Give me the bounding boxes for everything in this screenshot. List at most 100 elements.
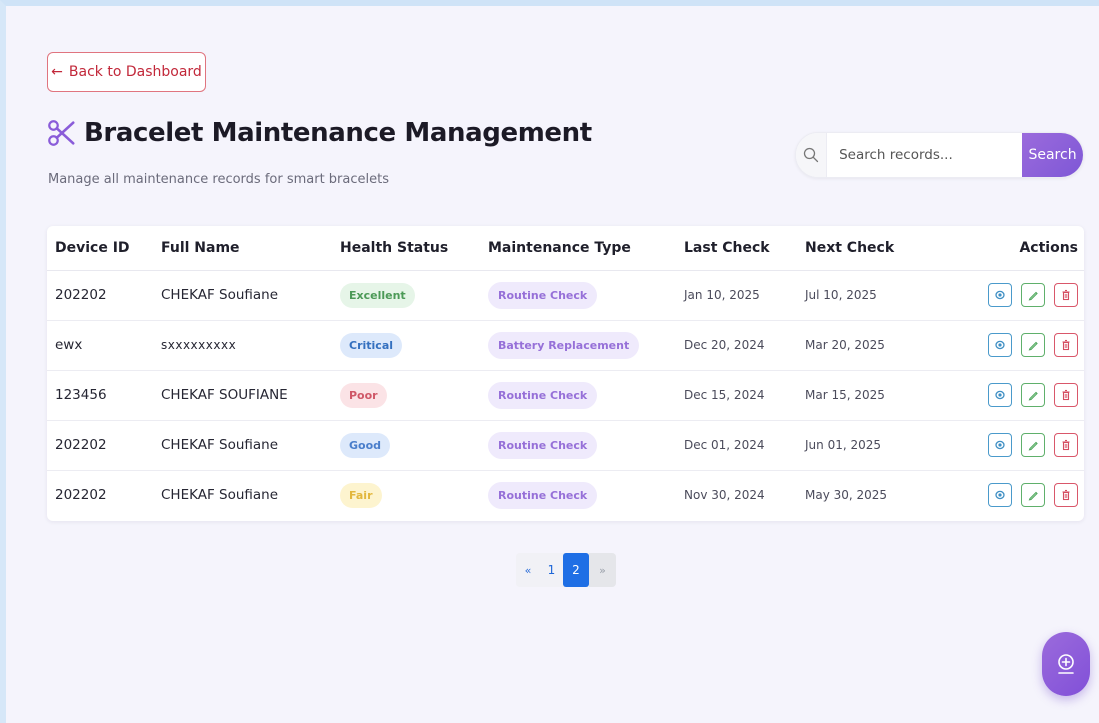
edit-button[interactable] <box>1021 483 1045 508</box>
view-button[interactable] <box>988 283 1012 307</box>
edit-button[interactable] <box>1021 333 1045 357</box>
health-status-cell: Poor <box>332 370 480 421</box>
view-button[interactable] <box>988 433 1012 457</box>
trash-icon <box>1062 289 1070 301</box>
arrow-left-icon: ← <box>51 64 63 80</box>
health-status-badge: Critical <box>340 332 403 358</box>
column-header-device-id: Device ID <box>47 226 153 271</box>
last-check-cell: Dec 01, 2024 <box>676 420 797 471</box>
health-status-badge: Excellent <box>340 282 415 308</box>
app-frame: ← Back to Dashboard Bracelet Maintenance… <box>0 0 1099 723</box>
next-check-cell: Jul 10, 2025 <box>797 270 977 321</box>
edit-button[interactable] <box>1021 433 1045 457</box>
actions-cell <box>977 470 1084 520</box>
plus-circle-icon <box>1058 654 1074 674</box>
view-button[interactable] <box>988 333 1012 357</box>
eye-icon <box>995 290 1005 300</box>
next-check-cell: Mar 20, 2025 <box>797 320 977 371</box>
trash-icon <box>1062 389 1070 401</box>
pencil-icon <box>1028 491 1038 501</box>
search-button[interactable]: Search <box>1022 133 1083 177</box>
maintenance-type-cell: Battery Replacement <box>480 320 676 371</box>
page-subtitle: Manage all maintenance records for smart… <box>48 172 389 187</box>
health-status-cell: Good <box>332 420 480 471</box>
last-check-cell: Jan 10, 2025 <box>676 270 797 321</box>
actions-cell <box>977 370 1084 421</box>
actions-cell <box>977 320 1084 371</box>
maintenance-type-cell: Routine Check <box>480 270 676 321</box>
pagination-next-button[interactable]: » <box>589 553 616 587</box>
pencil-icon <box>1028 441 1038 451</box>
health-status-cell: Critical <box>332 320 480 371</box>
health-status-cell: Fair <box>332 470 480 520</box>
back-to-dashboard-button[interactable]: ← Back to Dashboard <box>47 52 206 92</box>
full-name-cell: CHEKAF SOUFIANE <box>153 370 332 421</box>
last-check-cell: Dec 20, 2024 <box>676 320 797 371</box>
view-button[interactable] <box>988 483 1012 508</box>
eye-icon <box>995 491 1005 500</box>
trash-icon <box>1062 339 1070 351</box>
trash-icon <box>1062 490 1070 501</box>
maintenance-table: Device ID Full Name Health Status Mainte… <box>47 226 1084 520</box>
page-title: Bracelet Maintenance Management <box>84 118 592 148</box>
eye-icon <box>995 440 1005 450</box>
eye-icon <box>995 390 1005 400</box>
maintenance-type-badge: Routine Check <box>488 481 598 509</box>
delete-button[interactable] <box>1054 483 1078 508</box>
last-check-cell: Nov 30, 2024 <box>684 488 765 503</box>
title-row: Bracelet Maintenance Management <box>46 118 592 148</box>
trash-icon <box>1062 439 1070 451</box>
table-header-row: Device ID Full Name Health Status Mainte… <box>47 226 1084 271</box>
table-row: ewx sxxxxxxxxx Critical Battery Replacem… <box>47 320 1084 371</box>
edit-button[interactable] <box>1021 283 1045 307</box>
pencil-icon <box>1028 341 1038 351</box>
device-id-cell: 123456 <box>47 370 153 421</box>
next-check-cell: Mar 15, 2025 <box>797 370 977 421</box>
delete-button[interactable] <box>1054 333 1078 357</box>
column-header-last-check: Last Check <box>676 226 797 271</box>
pagination-page-1[interactable]: 1 <box>540 553 563 587</box>
device-id-cell: 202202 <box>47 420 153 471</box>
health-status-badge: Poor <box>340 382 387 408</box>
back-button-label: Back to Dashboard <box>68 64 202 80</box>
add-record-fab[interactable] <box>1042 632 1090 696</box>
pagination-prev-button[interactable]: « <box>516 553 540 587</box>
view-button[interactable] <box>988 383 1012 407</box>
pagination: « 1 2 » <box>516 553 616 587</box>
table-row: 202202 CHEKAF Soufiane Excellent Routine… <box>47 270 1084 321</box>
table-row: 202202 CHEKAF Soufiane Fair Routine Chec… <box>47 470 1084 520</box>
maintenance-type-cell: Routine Check <box>480 370 676 421</box>
device-id-cell: ewx <box>47 320 153 371</box>
next-check-cell: May 30, 2025 <box>805 488 888 503</box>
eye-icon <box>995 340 1005 350</box>
delete-button[interactable] <box>1054 383 1078 407</box>
full-name-cell: sxxxxxxxxx <box>153 320 332 371</box>
column-header-actions: Actions <box>977 226 1084 271</box>
pencil-icon <box>1028 291 1038 301</box>
pencil-icon <box>1028 391 1038 401</box>
maintenance-type-badge: Battery Replacement <box>488 331 640 359</box>
delete-button[interactable] <box>1054 283 1078 307</box>
delete-button[interactable] <box>1054 433 1078 457</box>
pagination-page-2-current[interactable]: 2 <box>563 553 589 587</box>
table-row: 123456 CHEKAF SOUFIANE Poor Routine Chec… <box>47 370 1084 421</box>
health-status-badge: Fair <box>340 482 382 508</box>
column-header-maintenance-type: Maintenance Type <box>480 226 676 271</box>
column-header-health-status: Health Status <box>332 226 480 271</box>
column-header-next-check: Next Check <box>797 226 977 271</box>
device-id-cell: 202202 <box>55 487 107 504</box>
health-status-badge: Good <box>340 432 391 458</box>
maintenance-type-badge: Routine Check <box>488 381 598 409</box>
scissors-icon <box>48 120 75 146</box>
search-input[interactable] <box>827 133 1023 177</box>
next-check-cell: Jun 01, 2025 <box>797 420 977 471</box>
full-name-cell: CHEKAF Soufiane <box>153 270 332 321</box>
search-bar: Search <box>795 132 1084 178</box>
maintenance-type-badge: Routine Check <box>488 431 598 459</box>
table-row: 202202 CHEKAF Soufiane Good Routine Chec… <box>47 420 1084 471</box>
health-status-cell: Excellent <box>332 270 480 321</box>
actions-cell <box>977 420 1084 471</box>
edit-button[interactable] <box>1021 383 1045 407</box>
maintenance-table-card: Device ID Full Name Health Status Mainte… <box>47 226 1084 521</box>
search-icon <box>796 133 828 177</box>
